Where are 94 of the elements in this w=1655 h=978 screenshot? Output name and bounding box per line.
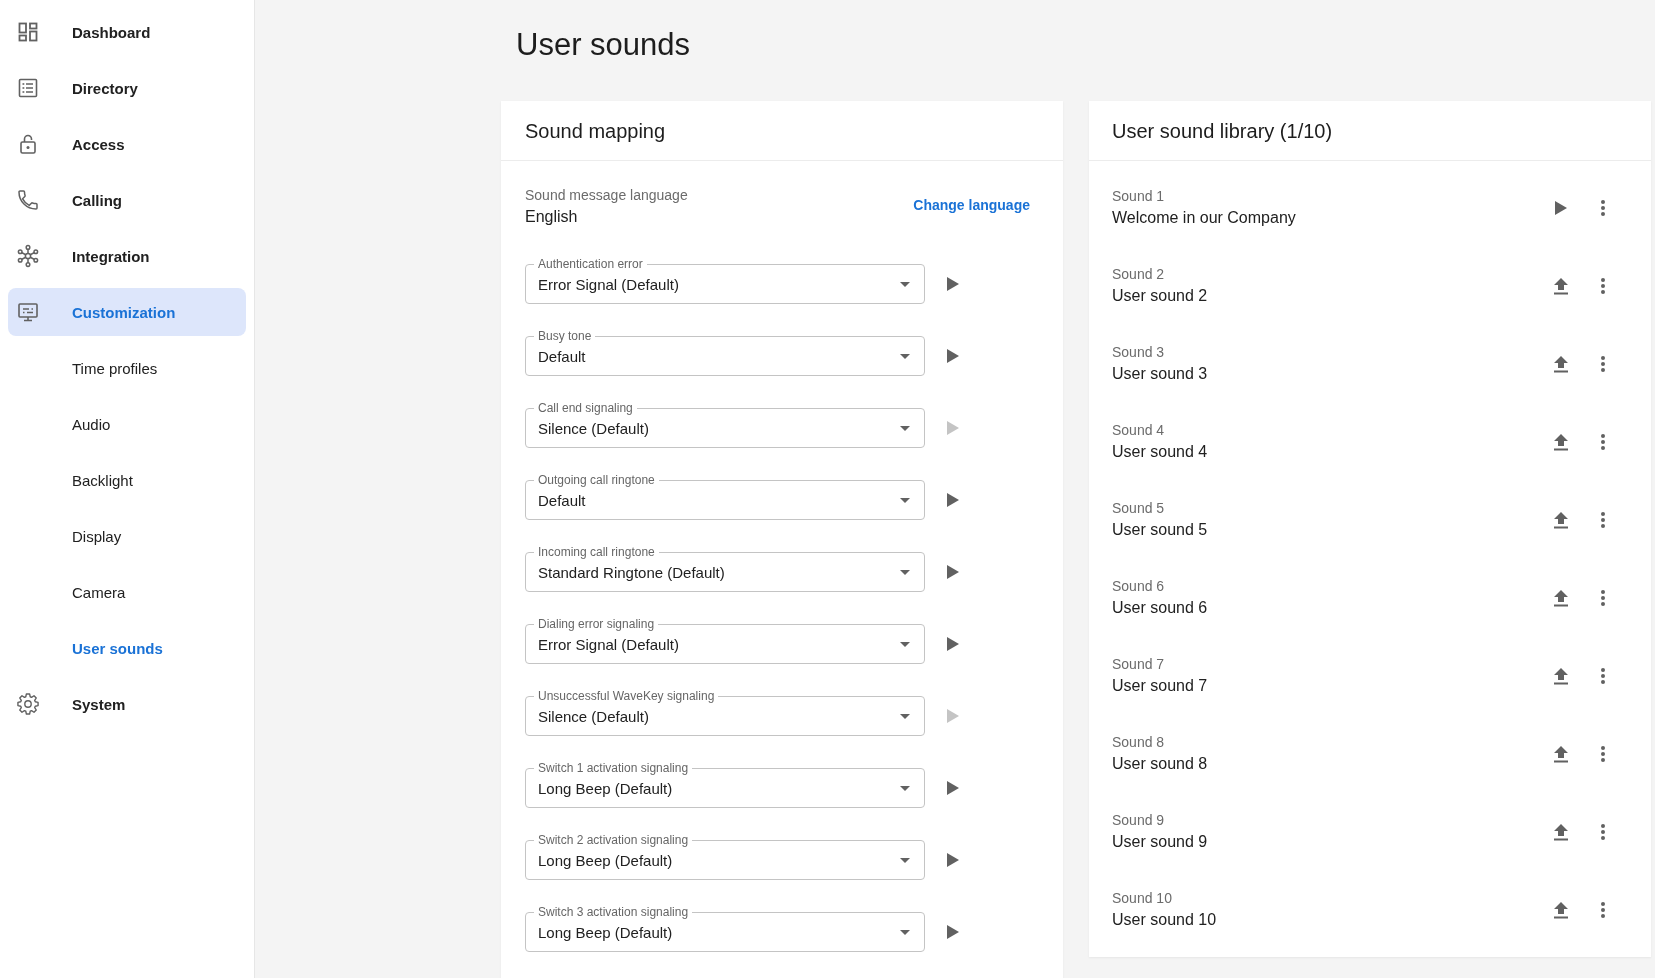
sound-name: User sound 7 — [1112, 676, 1208, 696]
caret-icon — [900, 713, 910, 719]
setting-label: Sound message language — [525, 186, 688, 205]
sound-label: Sound 5 — [1112, 499, 1165, 518]
submenu-item[interactable]: Time profiles — [8, 344, 246, 392]
sound-label: Sound 8 — [1112, 733, 1165, 752]
sound-label: Sound 2 — [1112, 265, 1165, 284]
sound-name: Welcome in our Company — [1112, 208, 1296, 228]
submenu-item[interactable]: Audio — [8, 400, 246, 448]
field-label: Busy tone — [534, 328, 596, 344]
upload-icon — [1554, 355, 1568, 373]
play-icon — [947, 925, 959, 939]
upload-icon — [1554, 745, 1568, 763]
caret-icon — [900, 641, 910, 647]
field-label: Outgoing call ringtone — [534, 472, 659, 488]
caret-icon — [900, 569, 910, 575]
setting-value: English — [525, 207, 579, 227]
more-icon — [1601, 512, 1605, 528]
monitor-icon — [16, 300, 40, 324]
caret-icon — [900, 929, 910, 935]
field-label: Call end signaling — [534, 400, 637, 416]
sidebar-item[interactable]: Calling — [8, 176, 246, 224]
sound-name: User sound 5 — [1112, 520, 1208, 540]
sidebar-item[interactable]: System — [8, 680, 246, 728]
more-icon — [1601, 278, 1605, 294]
more-icon — [1601, 434, 1605, 450]
phone-icon — [16, 188, 40, 212]
field-label: Incoming call ringtone — [534, 544, 659, 560]
play-icon — [947, 637, 959, 651]
more-icon — [1601, 902, 1605, 918]
submenu-item[interactable]: Camera — [8, 568, 246, 616]
play-icon — [947, 493, 959, 507]
play-icon — [947, 709, 959, 723]
sound-label: Sound 3 — [1112, 343, 1165, 362]
sidebar-item[interactable]: Customization — [8, 288, 246, 336]
sound-name: User sound 9 — [1112, 832, 1208, 852]
play-icon — [947, 565, 959, 579]
card-title: User sound library (1/10) — [1112, 118, 1333, 144]
play-icon — [947, 277, 959, 291]
sound-name: User sound 6 — [1112, 598, 1208, 618]
sound-name: User sound 2 — [1112, 286, 1208, 306]
more-icon — [1601, 356, 1605, 372]
submenu-item[interactable]: Backlight — [8, 456, 246, 504]
play-icon — [947, 781, 959, 795]
caret-icon — [900, 353, 910, 359]
card-title: Sound mapping — [525, 118, 666, 144]
field-label: Switch 1 activation signaling — [534, 760, 693, 776]
upload-icon — [1554, 589, 1568, 607]
change-language-link[interactable]: Change language — [913, 195, 1030, 215]
field-label: Dialing error signaling — [534, 616, 659, 632]
page-title: User sounds — [516, 26, 691, 63]
field-label: Switch 3 activation signaling — [534, 904, 693, 920]
caret-icon — [900, 785, 910, 791]
more-icon — [1601, 746, 1605, 762]
sidebar-item[interactable]: Integration — [8, 232, 246, 280]
upload-icon — [1554, 901, 1568, 919]
more-icon — [1601, 824, 1605, 840]
play-icon — [947, 421, 959, 435]
submenu-item[interactable]: User sounds — [8, 624, 246, 672]
upload-icon — [1554, 277, 1568, 295]
list-icon — [16, 76, 40, 100]
upload-icon — [1554, 433, 1568, 451]
field-label: Switch 2 activation signaling — [534, 832, 693, 848]
sound-label: Sound 7 — [1112, 655, 1165, 674]
sound-name: User sound 8 — [1112, 754, 1208, 774]
dashboard-icon — [16, 20, 40, 44]
caret-icon — [900, 425, 910, 431]
caret-icon — [900, 281, 910, 287]
settings-icon — [16, 692, 40, 716]
more-icon — [1601, 668, 1605, 684]
caret-icon — [900, 857, 910, 863]
sidebar-item[interactable]: Dashboard — [8, 8, 246, 56]
upload-icon — [1554, 823, 1568, 841]
more-icon — [1601, 200, 1605, 216]
upload-icon — [1554, 667, 1568, 685]
play-icon — [947, 853, 959, 867]
submenu-item[interactable]: Display — [8, 512, 246, 560]
sound-name: User sound 10 — [1112, 910, 1217, 930]
network-icon — [16, 244, 40, 268]
upload-icon — [1554, 511, 1568, 529]
sound-name: User sound 3 — [1112, 364, 1208, 384]
sound-label: Sound 6 — [1112, 577, 1165, 596]
sound-name: User sound 4 — [1112, 442, 1208, 462]
sound-label: Sound 9 — [1112, 811, 1165, 830]
more-icon — [1601, 590, 1605, 606]
sound-label: Sound 4 — [1112, 421, 1165, 440]
play-icon — [1555, 201, 1567, 215]
sidebar-item[interactable]: Directory — [8, 64, 246, 112]
sidebar-item[interactable]: Access — [8, 120, 246, 168]
play-icon — [947, 349, 959, 363]
field-label: Unsuccessful WaveKey signaling — [534, 688, 719, 704]
sound-label: Sound 1 — [1112, 187, 1165, 206]
sound-label: Sound 10 — [1112, 889, 1172, 908]
caret-icon — [900, 497, 910, 503]
